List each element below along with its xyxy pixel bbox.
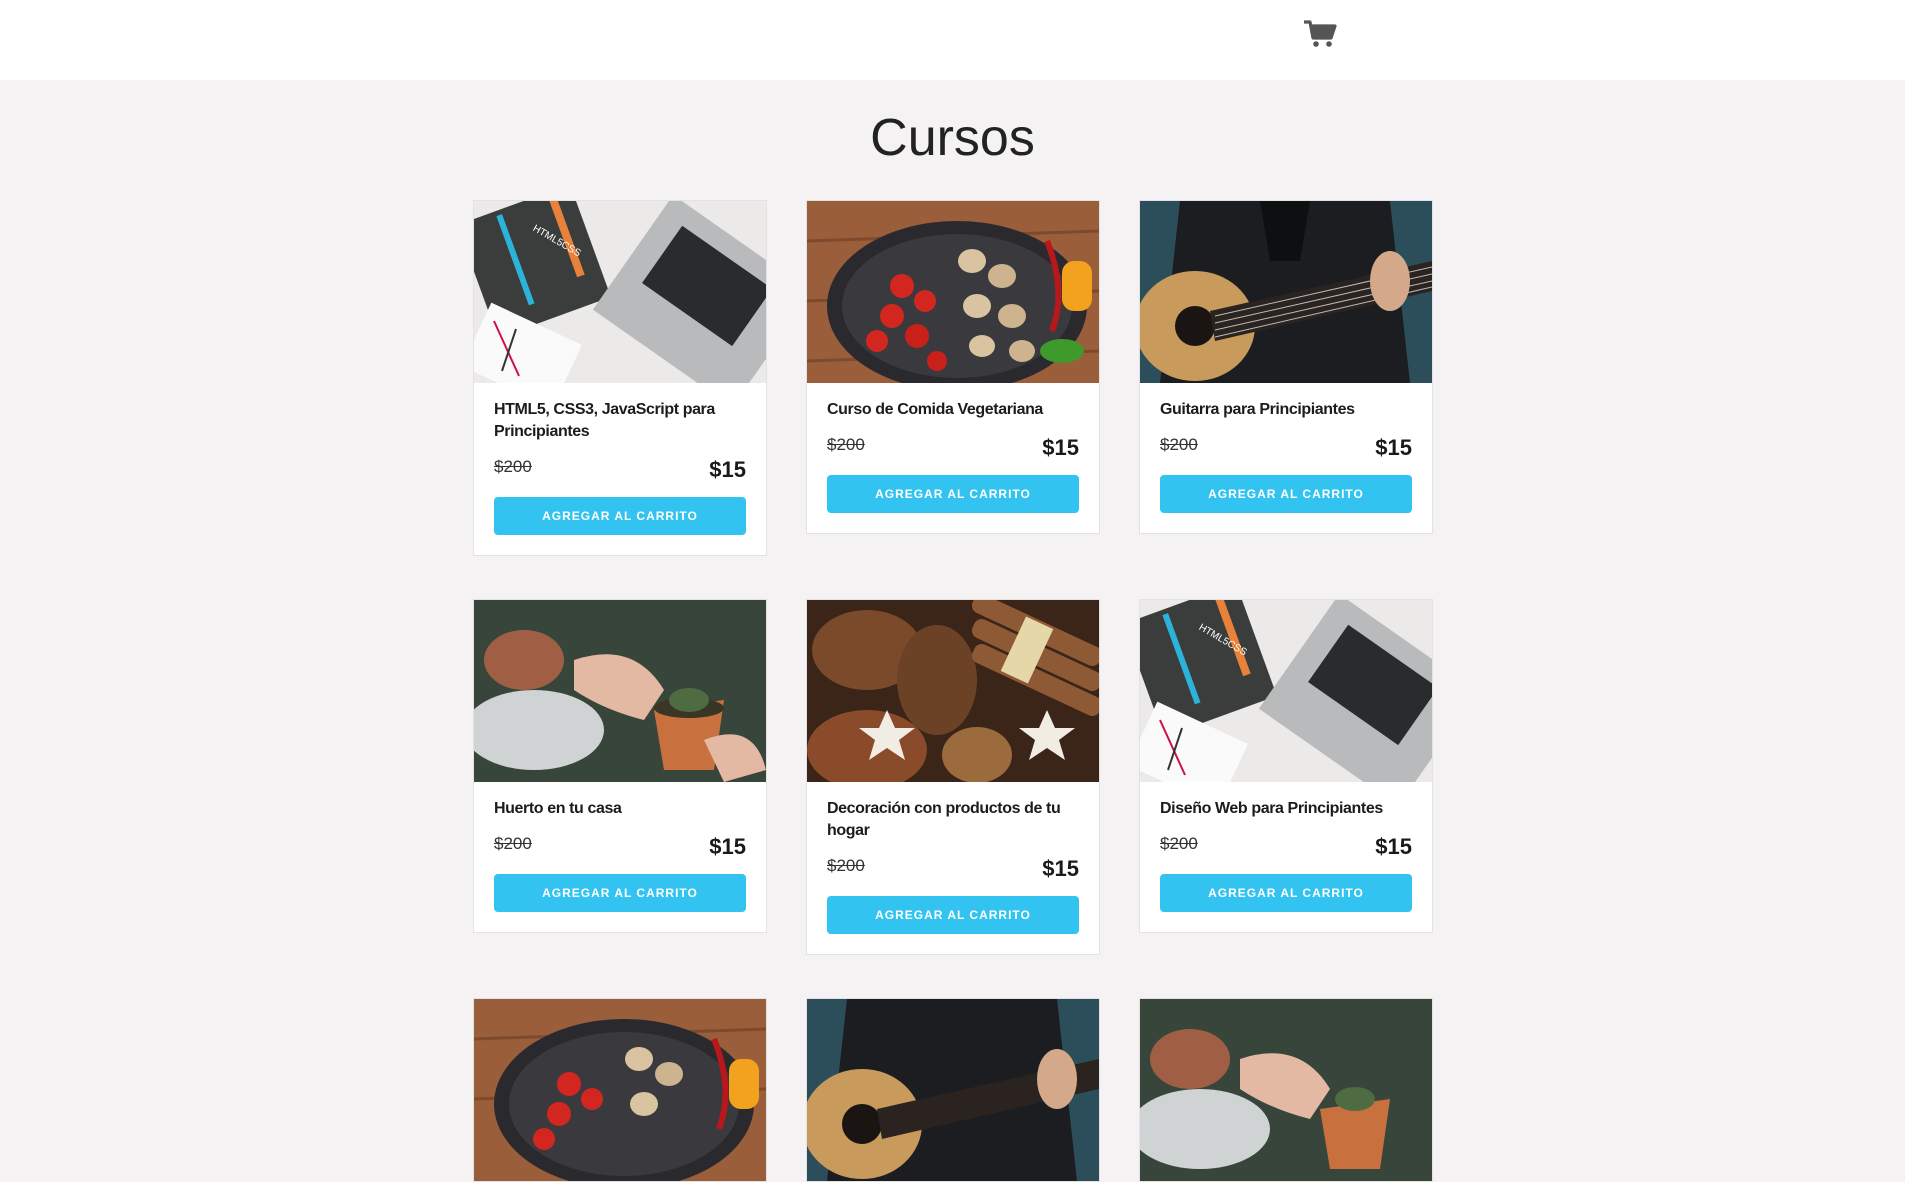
discount-price: $15 <box>709 834 746 859</box>
discount-price: $15 <box>1375 435 1412 460</box>
discount-price: $15 <box>1042 435 1079 460</box>
course-card: HTML5CSS Diseño Web para Principiantes $… <box>1139 599 1433 933</box>
old-price: $200 <box>1160 435 1198 454</box>
course-card <box>473 998 767 1182</box>
courses-grid: HTML5CSS HTML5, CSS3, JavaScript para Pr… <box>473 200 1433 1182</box>
course-image-guitar-player <box>807 999 1099 1181</box>
course-image-hands-plant-pot <box>474 600 766 782</box>
course-card <box>806 998 1100 1182</box>
course-card: Huerto en tu casa $200 $15 AGREGAR AL CA… <box>473 599 767 933</box>
discount-price: $15 <box>1375 834 1412 859</box>
old-price: $200 <box>494 457 532 476</box>
shopping-cart-icon <box>1304 20 1337 47</box>
course-title: Huerto en tu casa <box>494 800 622 817</box>
course-title: HTML5, CSS3, JavaScript para Principiant… <box>494 401 715 440</box>
add-to-cart-button[interactable]: AGREGAR AL CARRITO <box>827 475 1079 513</box>
course-image-hands-plant-pot <box>1140 999 1432 1181</box>
discount-price: $15 <box>709 457 746 482</box>
discount-price: $15 <box>1042 856 1079 881</box>
course-title: Decoración con productos de tu hogar <box>827 800 1061 839</box>
add-to-cart-button[interactable]: AGREGAR AL CARRITO <box>494 497 746 535</box>
course-card: HTML5CSS HTML5, CSS3, JavaScript para Pr… <box>473 200 767 556</box>
add-to-cart-button[interactable]: AGREGAR AL CARRITO <box>827 896 1079 934</box>
course-image-guitar-player <box>1140 201 1432 383</box>
course-card: Decoración con productos de tu hogar $20… <box>806 599 1100 955</box>
cart-button[interactable] <box>1300 14 1340 54</box>
course-card: Curso de Comida Vegetariana $200 $15 AGR… <box>806 200 1100 534</box>
course-image-pinecones-cinnamon <box>807 600 1099 782</box>
course-title: Diseño Web para Principiantes <box>1160 800 1383 817</box>
course-card: Guitarra para Principiantes $200 $15 AGR… <box>1139 200 1433 534</box>
old-price: $200 <box>827 856 865 875</box>
course-image-vegetable-pan <box>474 999 766 1181</box>
old-price: $200 <box>827 435 865 454</box>
add-to-cart-button[interactable]: AGREGAR AL CARRITO <box>1160 874 1412 912</box>
course-image-laptop-html-book: HTML5CSS <box>474 201 766 383</box>
old-price: $200 <box>1160 834 1198 853</box>
course-title: Curso de Comida Vegetariana <box>827 401 1043 418</box>
page-title: Cursos <box>870 109 1035 167</box>
old-price: $200 <box>494 834 532 853</box>
add-to-cart-button[interactable]: AGREGAR AL CARRITO <box>494 874 746 912</box>
add-to-cart-button[interactable]: AGREGAR AL CARRITO <box>1160 475 1412 513</box>
course-image-vegetable-pan <box>807 201 1099 383</box>
top-header <box>0 0 1905 80</box>
course-image-laptop-html-book: HTML5CSS <box>1140 600 1432 782</box>
course-card <box>1139 998 1433 1182</box>
course-title: Guitarra para Principiantes <box>1160 401 1355 418</box>
